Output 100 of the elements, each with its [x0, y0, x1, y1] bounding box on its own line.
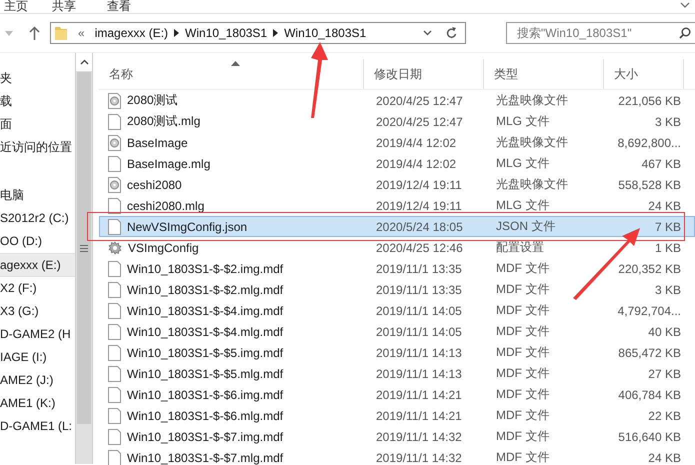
file-type: MDF 文件: [496, 449, 550, 465]
sidebar-item[interactable]: S2012r2 (C:): [0, 207, 75, 230]
file-size: 3 KB: [654, 114, 681, 128]
column-header[interactable]: 类型: [484, 59, 604, 89]
overflow-chevrons[interactable]: «: [78, 26, 85, 40]
file-size: 516,640 KB: [618, 430, 681, 444]
file-type: MDF 文件: [496, 344, 550, 361]
file-size: 406,784 KB: [618, 388, 681, 402]
file-row[interactable]: Win10_1803S1-$-$4.mlg.mdf 2019/11/1 14:05 MDF 文件 40 KB: [99, 321, 695, 342]
file-name: 2080测试.mlg: [127, 113, 200, 130]
sidebar-item[interactable]: 面: [0, 113, 75, 136]
sidebar-item[interactable]: D-GAME1 (L:: [0, 415, 75, 438]
disc-image-icon: [108, 134, 121, 150]
file-row[interactable]: Win10_1803S1-$-$2.img.mdf 2019/11/1 13:35 MDF 文件 220,352 KB: [99, 258, 695, 279]
sidebar-item[interactable]: OO (D:): [0, 230, 75, 253]
sidebar-item[interactable]: D-GAME2 (H: [0, 323, 75, 346]
breadcrumb[interactable]: Win10_1803S1: [284, 26, 366, 40]
file-row[interactable]: Win10_1803S1-$-$5.img.mdf 2019/11/1 14:13 MDF 文件 865,472 KB: [99, 342, 695, 363]
scroll-up-icon[interactable]: [80, 59, 88, 65]
chevron-icon[interactable]: [680, 2, 690, 8]
file-type: MDF 文件: [496, 281, 550, 298]
file-row[interactable]: Win10_1803S1-$-$2.mlg.mdf 2019/11/1 13:35 MDF 文件 3 KB: [99, 279, 695, 300]
column-header[interactable]: 修改日期: [364, 59, 484, 89]
file-icon: [108, 428, 121, 444]
sidebar-item[interactable]: AME1 (K:): [0, 392, 75, 415]
file-size: 558,528 KB: [618, 178, 681, 192]
file-row[interactable]: NewVSImgConfig.json 2020/5/24 18:05 JSON 文件 7 KB: [99, 216, 695, 237]
file-name: Win10_1803S1-$-$6.img.mdf: [127, 388, 284, 402]
sidebar-item[interactable]: 夹: [0, 67, 75, 90]
modified-date: 2019/11/1 14:05: [376, 304, 462, 318]
ribbon-tab[interactable]: 共享: [52, 0, 107, 13]
file-row[interactable]: Win10_1803S1-$-$7.mlg.mdf 2019/11/1 14:32 MDF 文件 24 KB: [99, 447, 695, 465]
file-name: VSImgConfig: [128, 240, 199, 254]
search-field[interactable]: 搜索"Win10_1803S1": [506, 22, 695, 44]
file-row[interactable]: Win10_1803S1-$-$6.mlg.mdf 2019/11/1 14:21 MDF 文件 22 KB: [99, 405, 695, 426]
separator-arrow-icon[interactable]: [273, 29, 278, 37]
up-arrow-icon[interactable]: [29, 26, 40, 40]
address-bar[interactable]: « imagexxx (E:) Win10_1803S1 Win10_1803S1: [50, 22, 466, 44]
scrollbar-thumb[interactable]: [77, 72, 91, 424]
scrollbar[interactable]: [75, 53, 93, 464]
modified-date: 2019/11/1 14:05: [376, 324, 462, 338]
file-type: MLG 文件: [496, 113, 550, 130]
file-icon: [108, 260, 121, 276]
file-row[interactable]: BaseImage.mlg 2019/4/4 12:02 MLG 文件 467 KB: [99, 153, 695, 174]
breadcrumb[interactable]: imagexxx (E:): [94, 26, 168, 40]
modified-date: 2019/11/1 14:21: [376, 408, 462, 422]
file-row[interactable]: 2080测试 2020/4/25 12:47 光盘映像文件 221,056 KB: [99, 90, 695, 111]
file-icon: [108, 324, 121, 340]
file-row[interactable]: BaseImage 2019/4/4 12:02 光盘映像文件 8,692,800...: [99, 132, 695, 153]
file-name: ceshi2080: [127, 178, 182, 192]
file-type: MDF 文件: [496, 407, 550, 424]
search-icon[interactable]: [679, 27, 691, 39]
modified-date: 2019/4/4 12:02: [376, 156, 456, 170]
file-name: Win10_1803S1-$-$5.img.mdf: [127, 346, 284, 360]
sidebar-item[interactable]: agexxx (E:): [0, 253, 75, 277]
file-name: 2080测试: [127, 92, 178, 109]
file-type: MDF 文件: [496, 323, 550, 340]
file-size: 40 KB: [648, 324, 681, 338]
file-size: 4,792,704...: [618, 304, 681, 318]
sidebar-item[interactable]: 近访问的位置: [0, 136, 75, 159]
file-row[interactable]: ceshi2080.mlg 2019/12/4 19:11 MLG 文件 24 KB: [99, 195, 695, 216]
sidebar-item[interactable]: X2 (F:): [0, 277, 75, 300]
ribbon-tab[interactable]: 查看: [107, 0, 162, 13]
file-type: MLG 文件: [496, 197, 550, 214]
file-type: 配置设置: [496, 239, 544, 256]
sidebar-item[interactable]: AME2 (J:): [0, 369, 75, 392]
file-row[interactable]: Win10_1803S1-$-$6.img.mdf 2019/11/1 14:21 MDF 文件 406,784 KB: [99, 384, 695, 405]
file-name: Win10_1803S1-$-$2.img.mdf: [127, 262, 284, 276]
file-icon: [108, 218, 121, 234]
file-type: MLG 文件: [496, 155, 550, 172]
modified-date: 2019/4/4 12:02: [376, 136, 456, 150]
sidebar-item[interactable]: 电脑: [0, 184, 75, 207]
file-row[interactable]: ceshi2080 2019/12/4 19:11 光盘映像文件 558,528 KB: [99, 174, 695, 195]
refresh-icon[interactable]: [446, 27, 457, 39]
file-name: Win10_1803S1-$-$4.mlg.mdf: [127, 324, 284, 338]
breadcrumb[interactable]: Win10_1803S1: [185, 26, 268, 40]
file-type: MDF 文件: [496, 365, 550, 382]
disc-image-icon: [108, 92, 121, 108]
modified-date: 2019/11/1 14:32: [376, 450, 462, 464]
sidebar-item[interactable]: X3 (G:): [0, 300, 75, 323]
file-icon: [108, 114, 121, 130]
file-row[interactable]: Win10_1803S1-$-$7.img.mdf 2019/11/1 14:32 MDF 文件 516,640 KB: [99, 426, 695, 447]
column-header[interactable]: 大小: [604, 59, 684, 89]
file-size: 24 KB: [648, 198, 681, 212]
file-name: NewVSImgConfig.json: [127, 220, 248, 234]
file-row[interactable]: Win10_1803S1-$-$4.img.mdf 2019/11/1 14:05 MDF 文件 4,792,704...: [99, 300, 695, 321]
modified-date: 2019/12/4 19:11: [376, 178, 462, 192]
sidebar-item[interactable]: IAGE (I:): [0, 346, 75, 369]
separator-arrow-icon[interactable]: [174, 29, 180, 37]
file-row[interactable]: Win10_1803S1-$-$5.mlg.mdf 2019/11/1 14:13 MDF 文件 27 KB: [99, 363, 695, 384]
chevron-icon[interactable]: [423, 30, 432, 36]
ribbon-tab[interactable]: 主页: [4, 0, 52, 13]
file-size: 27 KB: [648, 366, 681, 380]
sort-caret-icon[interactable]: [231, 61, 240, 66]
modified-date: 2019/11/1 13:35: [376, 282, 462, 296]
file-icon: [108, 302, 121, 318]
file-row[interactable]: 2080测试.mlg 2020/4/25 12:47 MLG 文件 3 KB: [99, 111, 695, 132]
disc-image-icon: [108, 176, 121, 192]
sidebar-item[interactable]: 载: [0, 90, 75, 113]
file-row[interactable]: VSImgConfig 2020/4/25 12:46 配置设置 1 KB: [99, 237, 695, 258]
